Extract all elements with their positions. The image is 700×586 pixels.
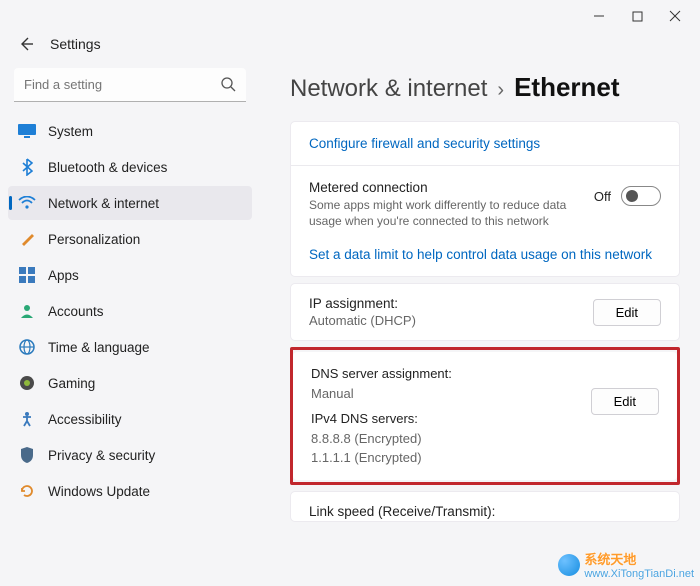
sidebar-item-accounts[interactable]: Accounts [8,294,252,328]
system-icon [18,122,36,140]
sidebar-item-label: Apps [48,268,79,283]
toggle-state-label: Off [594,189,611,204]
sidebar-item-personalization[interactable]: Personalization [8,222,252,256]
breadcrumb-parent[interactable]: Network & internet [290,75,487,103]
sidebar-item-bluetooth[interactable]: Bluetooth & devices [8,150,252,184]
sidebar-item-label: Bluetooth & devices [48,160,167,175]
sidebar-item-label: Gaming [48,376,95,391]
sidebar-item-label: Privacy & security [48,448,155,463]
sidebar-item-privacy[interactable]: Privacy & security [8,438,252,472]
sidebar-item-gaming[interactable]: Gaming [8,366,252,400]
sidebar-item-label: Network & internet [48,196,159,211]
nav-list: System Bluetooth & devices Network & int… [8,114,252,508]
watermark-text: 系统天地 [584,549,694,568]
link-data-limit[interactable]: Set a data limit to help control data us… [291,243,679,276]
gaming-icon [18,374,36,392]
app-title: Settings [50,36,101,52]
watermark: 系统天地 www.XiTongTianDi.net [558,549,694,580]
sidebar-item-label: System [48,124,93,139]
breadcrumb-current: Ethernet [514,72,619,103]
watermark-globe-icon [558,554,580,576]
sidebar-item-system[interactable]: System [8,114,252,148]
sidebar-item-label: Accessibility [48,412,122,427]
breadcrumb: Network & internet › Ethernet [290,66,700,103]
accessibility-icon [18,410,36,428]
link-firewall-settings[interactable]: Configure firewall and security settings [291,122,679,165]
ipv4-dns-label: IPv4 DNS servers: [311,409,452,429]
apps-icon [18,266,36,284]
metered-connection-row: Metered connection Some apps might work … [291,166,679,243]
close-button[interactable] [656,2,694,30]
ipv4-dns-value-2: 1.1.1.1 (Encrypted) [311,448,452,468]
search-icon [220,76,236,97]
metered-toggle[interactable] [621,186,661,206]
link-speed-label: Link speed (Receive/Transmit): [309,504,495,519]
bluetooth-icon [18,158,36,176]
sidebar-item-network[interactable]: Network & internet [8,186,252,220]
sidebar-item-label: Accounts [48,304,104,319]
titlebar [0,0,700,32]
back-button[interactable] [16,34,36,54]
main-content: Network & internet › Ethernet Configure … [260,60,700,584]
maximize-button[interactable] [618,2,656,30]
brush-icon [18,230,36,248]
update-icon [18,482,36,500]
accounts-icon [18,302,36,320]
header: Settings [0,32,700,60]
ip-edit-button[interactable]: Edit [593,299,661,326]
network-settings-panel: Configure firewall and security settings… [290,121,680,277]
sidebar-item-accessibility[interactable]: Accessibility [8,402,252,436]
sidebar-item-label: Time & language [48,340,150,355]
sidebar-item-windows-update[interactable]: Windows Update [8,474,252,508]
minimize-button[interactable] [580,2,618,30]
link-speed-panel: Link speed (Receive/Transmit): [290,491,680,522]
wifi-icon [18,194,36,212]
dns-assignment-value: Manual [311,384,452,404]
metered-description: Some apps might work differently to redu… [309,197,578,229]
shield-icon [18,446,36,464]
globe-icon [18,338,36,356]
dns-assignment-label: DNS server assignment: [311,364,452,384]
metered-title: Metered connection [309,180,578,195]
ip-assignment-value: Automatic (DHCP) [309,313,416,328]
ip-assignment-panel: IP assignment: Automatic (DHCP) Edit [290,283,680,341]
dns-highlight-box: DNS server assignment: Manual IPv4 DNS s… [290,347,680,485]
dns-assignment-panel: DNS server assignment: Manual IPv4 DNS s… [293,352,677,480]
sidebar: System Bluetooth & devices Network & int… [0,60,260,584]
sidebar-item-label: Personalization [48,232,140,247]
sidebar-item-apps[interactable]: Apps [8,258,252,292]
watermark-url: www.XiTongTianDi.net [584,568,694,580]
sidebar-item-time-language[interactable]: Time & language [8,330,252,364]
search-input[interactable] [14,68,246,102]
search-wrap [14,68,246,102]
ipv4-dns-value-1: 8.8.8.8 (Encrypted) [311,429,452,449]
chevron-right-icon: › [497,79,504,102]
dns-edit-button[interactable]: Edit [591,388,659,415]
ip-assignment-label: IP assignment: [309,296,416,311]
sidebar-item-label: Windows Update [48,484,150,499]
